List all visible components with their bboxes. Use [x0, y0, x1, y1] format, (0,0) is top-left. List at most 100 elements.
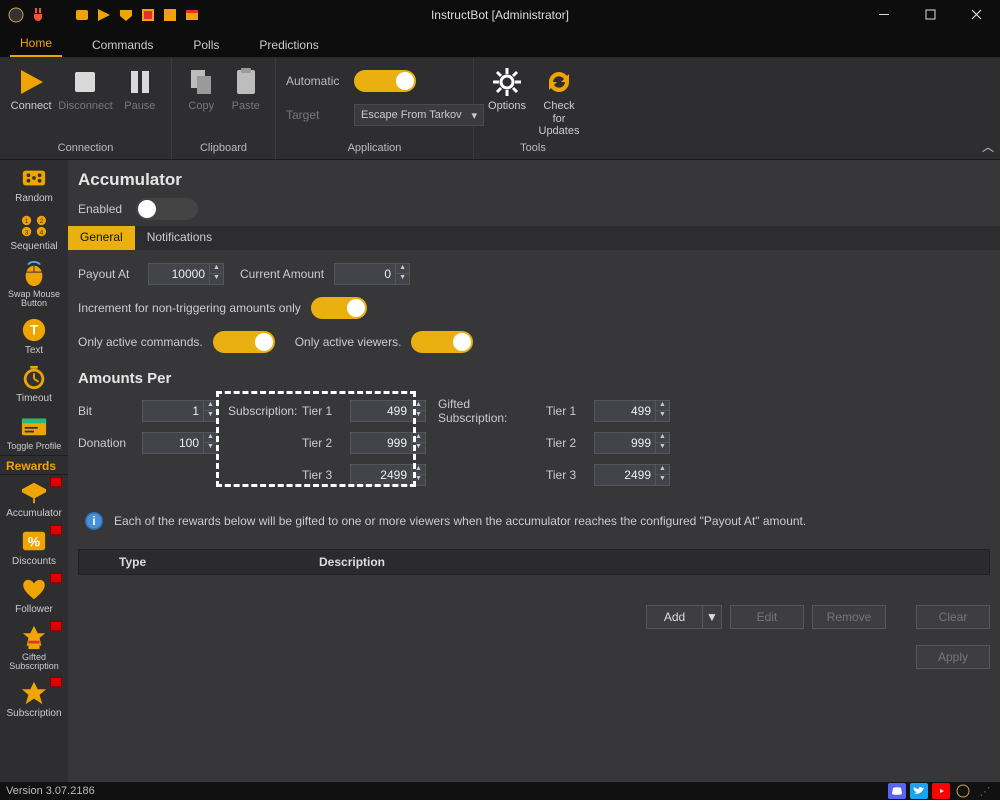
ribbon-collapse[interactable]: ︿ [982, 138, 994, 155]
nav-accumulator[interactable]: Accumulator [0, 475, 68, 523]
nav-text[interactable]: T Text [0, 312, 68, 360]
sub-tier2-input[interactable]: 999▲▼ [350, 432, 426, 454]
tb-icon-3[interactable] [118, 7, 134, 23]
spin-up-icon[interactable]: ▲ [412, 465, 425, 475]
options-button[interactable]: Options [484, 62, 530, 113]
tab-predictions[interactable]: Predictions [249, 32, 328, 57]
tb-icon-1[interactable] [74, 7, 90, 23]
spin-up-icon[interactable]: ▲ [656, 433, 669, 443]
spin-down-icon[interactable]: ▼ [412, 443, 425, 453]
enabled-toggle[interactable] [136, 198, 198, 220]
tb-icon-2[interactable] [96, 7, 112, 23]
spin-down-icon[interactable]: ▼ [210, 274, 223, 284]
spin-up-icon[interactable]: ▲ [656, 401, 669, 411]
only-viewers-toggle[interactable] [411, 331, 473, 353]
page-title: Accumulator [78, 160, 990, 198]
check-updates-button[interactable]: Check for Updates [536, 62, 582, 138]
gift-tier1-input[interactable]: 499▲▼ [594, 400, 670, 422]
minimize-button[interactable] [862, 0, 908, 30]
status-logo-icon[interactable] [954, 783, 972, 799]
nav-discounts[interactable]: % Discounts [0, 523, 68, 571]
nav-swap-mouse[interactable]: Swap Mouse Button [0, 256, 68, 312]
increment-label: Increment for non-triggering amounts onl… [78, 301, 301, 315]
spin-up-icon[interactable]: ▲ [656, 465, 669, 475]
spin-up-icon[interactable]: ▲ [412, 401, 425, 411]
tab-home[interactable]: Home [10, 30, 62, 57]
svg-text:1: 1 [25, 218, 29, 225]
tab-polls[interactable]: Polls [183, 32, 229, 57]
app-icon [8, 7, 24, 23]
spin-down-icon[interactable]: ▼ [412, 411, 425, 421]
tb-icon-5[interactable] [162, 7, 178, 23]
check-updates-label: Check for Updates [536, 100, 582, 138]
disconnect-button[interactable]: Disconnect [58, 62, 112, 113]
gift-tier2-input[interactable]: 999▲▼ [594, 432, 670, 454]
bit-input[interactable]: 1▲▼ [142, 400, 218, 422]
remove-button[interactable]: Remove [812, 605, 886, 629]
tb-icon-6[interactable] [184, 7, 200, 23]
target-combo[interactable]: Escape From Tarkov ▾ [354, 104, 484, 126]
youtube-icon[interactable] [932, 783, 950, 799]
red-badge-icon [50, 477, 62, 487]
spin-down-icon[interactable]: ▼ [204, 443, 217, 453]
tier3-label: Tier 3 [302, 468, 342, 482]
automatic-toggle[interactable] [354, 70, 416, 92]
apply-button[interactable]: Apply [916, 645, 990, 669]
spin-up-icon[interactable]: ▲ [210, 264, 223, 274]
only-commands-toggle[interactable] [213, 331, 275, 353]
clear-button[interactable]: Clear [916, 605, 990, 629]
edit-button[interactable]: Edit [730, 605, 804, 629]
increment-toggle[interactable] [311, 297, 367, 319]
spin-down-icon[interactable]: ▼ [412, 475, 425, 485]
nav-random[interactable]: Random [0, 160, 68, 208]
discord-icon[interactable] [888, 783, 906, 799]
gift-tier3-label: Tier 3 [546, 468, 586, 482]
resize-grip-icon[interactable]: ⋰ [976, 783, 994, 799]
ribbon-group-clipboard: Clipboard [182, 140, 265, 157]
sub-tier1-input[interactable]: 499▲▼ [350, 400, 426, 422]
subtab-general[interactable]: General [68, 226, 135, 250]
pause-button[interactable]: Pause [119, 62, 161, 113]
nav-gifted-subscription[interactable]: Gifted Subscription [0, 619, 68, 675]
spin-down-icon[interactable]: ▼ [656, 411, 669, 421]
current-amount-input[interactable]: 0▲▼ [334, 263, 410, 285]
spin-up-icon[interactable]: ▲ [204, 433, 217, 443]
only-commands-label: Only active commands. [78, 335, 203, 349]
copy-button[interactable]: Copy [182, 62, 221, 113]
col-type: Type [79, 555, 279, 569]
nav-subscription[interactable]: Subscription [0, 675, 68, 723]
gifted-header: Gifted Subscription: [438, 397, 538, 425]
version-text: Version 3.07.2186 [6, 785, 95, 797]
paste-button[interactable]: Paste [227, 62, 266, 113]
spin-down-icon[interactable]: ▼ [396, 274, 409, 284]
close-button[interactable] [954, 0, 1000, 30]
subtab-notifications[interactable]: Notifications [135, 226, 224, 250]
gift-tier3-input[interactable]: 2499▲▼ [594, 464, 670, 486]
paste-label: Paste [232, 100, 260, 113]
nav-toggle-profile[interactable]: Toggle Profile [0, 408, 68, 455]
nav-timeout[interactable]: Timeout [0, 360, 68, 408]
payout-at-input[interactable]: 10000▲▼ [148, 263, 224, 285]
copy-label: Copy [188, 100, 214, 113]
spin-down-icon[interactable]: ▼ [656, 475, 669, 485]
donation-input[interactable]: 100▲▼ [142, 432, 218, 454]
connect-button[interactable]: Connect [10, 62, 52, 113]
spin-up-icon[interactable]: ▲ [396, 264, 409, 274]
twitter-icon[interactable] [910, 783, 928, 799]
nav-sequential[interactable]: 1234 Sequential [0, 208, 68, 256]
add-dropdown[interactable]: ▼ [702, 605, 722, 629]
spin-up-icon[interactable]: ▲ [412, 433, 425, 443]
spin-up-icon[interactable]: ▲ [204, 401, 217, 411]
maximize-button[interactable] [908, 0, 954, 30]
spin-down-icon[interactable]: ▼ [656, 443, 669, 453]
svg-text:i: i [92, 514, 95, 528]
tb-icon-4[interactable] [140, 7, 156, 23]
ribbon-group-connection: Connection [10, 140, 161, 157]
target-value: Escape From Tarkov [361, 109, 462, 121]
nav-follower[interactable]: Follower [0, 571, 68, 619]
tab-commands[interactable]: Commands [82, 32, 163, 57]
add-button[interactable]: Add [646, 605, 702, 629]
spin-down-icon[interactable]: ▼ [204, 411, 217, 421]
plug-icon [30, 7, 46, 23]
sub-tier3-input[interactable]: 2499▲▼ [350, 464, 426, 486]
